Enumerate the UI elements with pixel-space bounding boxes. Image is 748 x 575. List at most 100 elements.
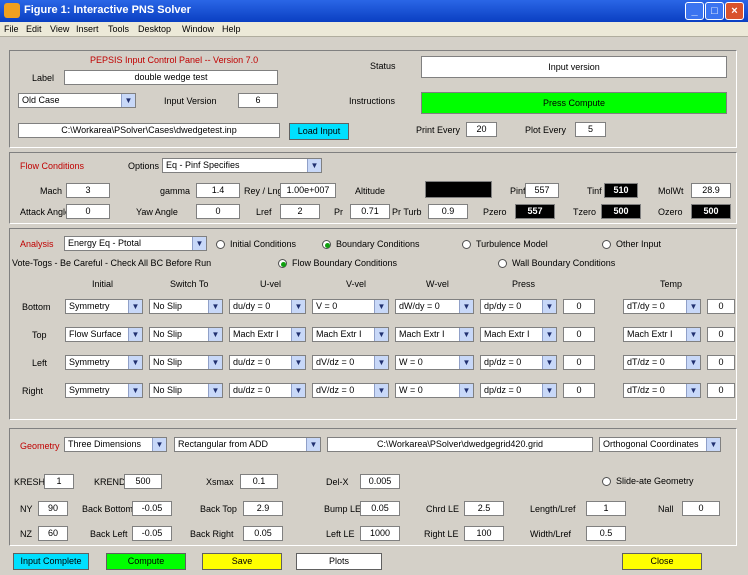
maximize-icon[interactable]: □ [705, 2, 724, 20]
flow-bc-radio[interactable] [278, 259, 287, 268]
kend-field[interactable]: 500 [124, 474, 162, 489]
bc-select[interactable]: No Slip ▼ [149, 327, 223, 342]
bc-value-field[interactable]: 0 [563, 299, 595, 314]
bc-select[interactable]: W = 0 ▼ [395, 383, 474, 398]
grid-path-field[interactable]: C:\Workarea\PSolver\dwedgegrid420.grid [327, 437, 593, 452]
tzero-field[interactable]: 500 [601, 204, 641, 219]
menu-window[interactable]: Window [182, 24, 214, 34]
bc-select[interactable]: Symmetry ▼ [65, 355, 143, 370]
input-version-field[interactable]: 6 [238, 93, 278, 108]
lref-field[interactable]: 2 [280, 204, 320, 219]
close-icon[interactable]: × [725, 2, 744, 20]
input-path-field[interactable]: C:\Workarea\PSolver\Cases\dwedgetest.inp [18, 123, 280, 138]
back-bottom-field[interactable]: -0.05 [132, 501, 172, 516]
attack-field[interactable]: 0 [66, 204, 110, 219]
menu-view[interactable]: View [50, 24, 69, 34]
bc-select[interactable]: Symmetry ▼ [65, 299, 143, 314]
bc-value-field[interactable]: 0 [563, 383, 595, 398]
nz-field[interactable]: 60 [38, 526, 68, 541]
pinf-field[interactable]: 557 [525, 183, 559, 198]
bc-select[interactable]: dT/dy = 0 ▼ [623, 299, 701, 314]
menu-file[interactable]: File [4, 24, 19, 34]
bump-le-field[interactable]: 0.05 [360, 501, 400, 516]
nall-field[interactable]: 0 [682, 501, 720, 516]
bc-select[interactable]: Mach Extr I ▼ [623, 327, 701, 342]
menu-desktop[interactable]: Desktop [138, 24, 171, 34]
bc-select[interactable]: dV/dz = 0 ▼ [312, 383, 389, 398]
menu-tools[interactable]: Tools [108, 24, 129, 34]
tinf-field[interactable]: 510 [604, 183, 638, 198]
dimensions-select[interactable]: Three Dimensions ▼ [64, 437, 167, 452]
initial-conditions-radio[interactable] [216, 240, 225, 249]
case-select[interactable]: Old Case ▼ [18, 93, 136, 108]
close-button[interactable]: Close [622, 553, 702, 570]
bc-select[interactable]: V = 0 ▼ [312, 299, 389, 314]
bc-select[interactable]: Mach Extr I ▼ [395, 327, 474, 342]
bc-value-field[interactable]: 0 [707, 383, 735, 398]
plot-every-field[interactable]: 5 [575, 122, 606, 137]
minimize-icon[interactable]: _ [685, 2, 704, 20]
bc-select[interactable]: Mach Extr I ▼ [312, 327, 389, 342]
xmax-field[interactable]: 0.1 [240, 474, 278, 489]
bc-select[interactable]: Symmetry ▼ [65, 383, 143, 398]
bc-select[interactable]: dp/dy = 0 ▼ [480, 299, 557, 314]
bc-value-field[interactable]: 0 [707, 299, 735, 314]
bc-select[interactable]: No Slip ▼ [149, 383, 223, 398]
turbulence-model-radio[interactable] [462, 240, 471, 249]
mach-field[interactable]: 3 [66, 183, 110, 198]
width-field[interactable]: 0.5 [586, 526, 626, 541]
menu-insert[interactable]: Insert [76, 24, 99, 34]
back-right-field[interactable]: 0.05 [243, 526, 283, 541]
bc-select[interactable]: Mach Extr I ▼ [229, 327, 306, 342]
shape-select[interactable]: Rectangular from ADD ▼ [174, 437, 321, 452]
label-field[interactable]: double wedge test [64, 70, 278, 85]
pzero-field[interactable]: 557 [515, 204, 555, 219]
bc-value-field[interactable]: 0 [563, 355, 595, 370]
bc-select[interactable]: dp/dz = 0 ▼ [480, 355, 557, 370]
bc-select[interactable]: dT/dz = 0 ▼ [623, 383, 701, 398]
other-input-radio[interactable] [602, 240, 611, 249]
right-le-field[interactable]: 100 [464, 526, 504, 541]
options-select[interactable]: Eq - Pinf Specifies ▼ [162, 158, 322, 173]
bc-select[interactable]: dp/dz = 0 ▼ [480, 383, 557, 398]
bc-select[interactable]: dV/dz = 0 ▼ [312, 355, 389, 370]
bc-select[interactable]: Flow Surface ▼ [65, 327, 143, 342]
istep-field[interactable]: 1 [44, 474, 74, 489]
chord-field[interactable]: 2.5 [464, 501, 504, 516]
print-every-field[interactable]: 20 [466, 122, 497, 137]
boundary-conditions-radio[interactable] [322, 240, 331, 249]
ny-field[interactable]: 90 [38, 501, 68, 516]
bc-select[interactable]: du/dz = 0 ▼ [229, 383, 306, 398]
coords-select[interactable]: Orthogonal Coordinates ▼ [599, 437, 721, 452]
menu-edit[interactable]: Edit [26, 24, 42, 34]
wall-bc-radio[interactable] [498, 259, 507, 268]
input-complete-button[interactable]: Input Complete [13, 553, 89, 570]
bc-value-field[interactable]: 0 [707, 327, 735, 342]
gamma-field[interactable]: 1.4 [196, 183, 240, 198]
length-field[interactable]: 1 [586, 501, 626, 516]
bc-select[interactable]: dW/dy = 0 ▼ [395, 299, 474, 314]
left-le-field[interactable]: 1000 [360, 526, 400, 541]
bc-value-field[interactable]: 0 [563, 327, 595, 342]
pr-field[interactable]: 0.71 [350, 204, 390, 219]
load-input-button[interactable]: Load Input [289, 123, 349, 140]
bc-select[interactable]: dT/dz = 0 ▼ [623, 355, 701, 370]
compute-button[interactable]: Compute [106, 553, 186, 570]
analysis-select[interactable]: Energy Eq - Ptotal ▼ [64, 236, 207, 251]
prturb-field[interactable]: 0.9 [428, 204, 468, 219]
yaw-field[interactable]: 0 [196, 204, 240, 219]
save-button[interactable]: Save [202, 553, 282, 570]
bc-select[interactable]: No Slip ▼ [149, 299, 223, 314]
reynolds-field[interactable]: 1.00e+007 [280, 183, 336, 198]
altitude-field[interactable] [425, 181, 492, 198]
menu-help[interactable]: Help [222, 24, 241, 34]
bc-select[interactable]: du/dy = 0 ▼ [229, 299, 306, 314]
molwt-field[interactable]: 28.9 [691, 183, 731, 198]
ozero-field[interactable]: 500 [691, 204, 731, 219]
bc-select[interactable]: W = 0 ▼ [395, 355, 474, 370]
delx-field[interactable]: 0.005 [360, 474, 400, 489]
slide-geometry-radio[interactable] [602, 477, 611, 486]
back-left-field[interactable]: -0.05 [132, 526, 172, 541]
bc-select[interactable]: du/dz = 0 ▼ [229, 355, 306, 370]
back-top-field[interactable]: 2.9 [243, 501, 283, 516]
